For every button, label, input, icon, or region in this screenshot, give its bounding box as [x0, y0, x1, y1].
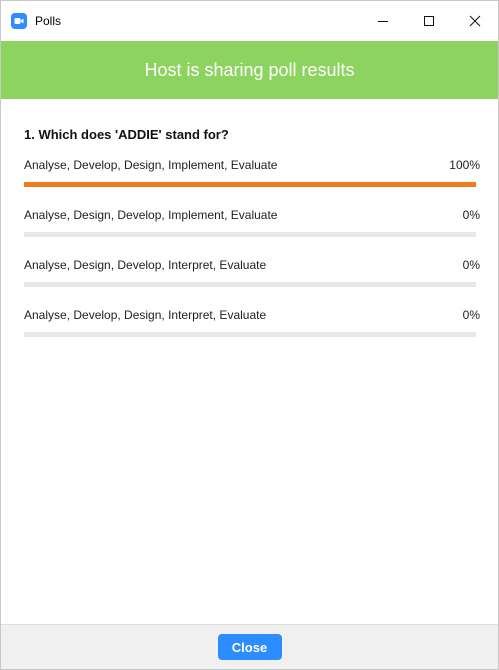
poll-option: Analyse, Design, Develop, Interpret, Eva…	[24, 255, 482, 287]
result-bar-track	[24, 232, 476, 237]
option-label: Analyse, Develop, Design, Implement, Eva…	[24, 158, 278, 172]
poll-option: Analyse, Develop, Design, Implement, Eva…	[24, 155, 482, 187]
option-label: Analyse, Develop, Design, Interpret, Eva…	[24, 308, 267, 322]
title-bar[interactable]: Polls	[1, 1, 498, 41]
polls-window: Polls Host is sharing poll results 1. Wh…	[0, 0, 499, 670]
zoom-camera-icon	[11, 13, 27, 29]
option-label: Analyse, Design, Develop, Implement, Eva…	[24, 208, 278, 222]
close-button[interactable]: Close	[217, 634, 282, 660]
result-bar-track	[24, 332, 476, 337]
minimize-button[interactable]	[360, 1, 406, 41]
result-bar-track	[24, 182, 476, 187]
poll-option: Analyse, Develop, Design, Interpret, Eva…	[24, 305, 482, 337]
banner-text: Host is sharing poll results	[144, 59, 355, 80]
close-icon	[469, 15, 481, 27]
window-title: Polls	[35, 14, 62, 28]
result-bar-track	[24, 282, 476, 287]
maximize-button[interactable]	[406, 1, 452, 41]
close-window-button[interactable]	[452, 1, 498, 41]
poll-results: 1. Which does 'ADDIE' stand for? Analyse…	[1, 99, 498, 337]
maximize-icon	[424, 16, 434, 26]
window-controls	[360, 1, 498, 41]
option-percent: 0%	[462, 258, 480, 272]
option-percent: 0%	[462, 308, 480, 322]
option-label: Analyse, Design, Develop, Interpret, Eva…	[24, 258, 267, 272]
poll-option: Analyse, Design, Develop, Implement, Eva…	[24, 205, 482, 237]
poll-question: 1. Which does 'ADDIE' stand for?	[24, 127, 229, 142]
sharing-banner: Host is sharing poll results	[1, 41, 498, 99]
footer-bar: Close	[1, 624, 498, 669]
option-percent: 100%	[449, 158, 480, 172]
result-bar-fill	[24, 182, 476, 187]
minimize-icon	[378, 21, 388, 22]
option-percent: 0%	[462, 208, 480, 222]
